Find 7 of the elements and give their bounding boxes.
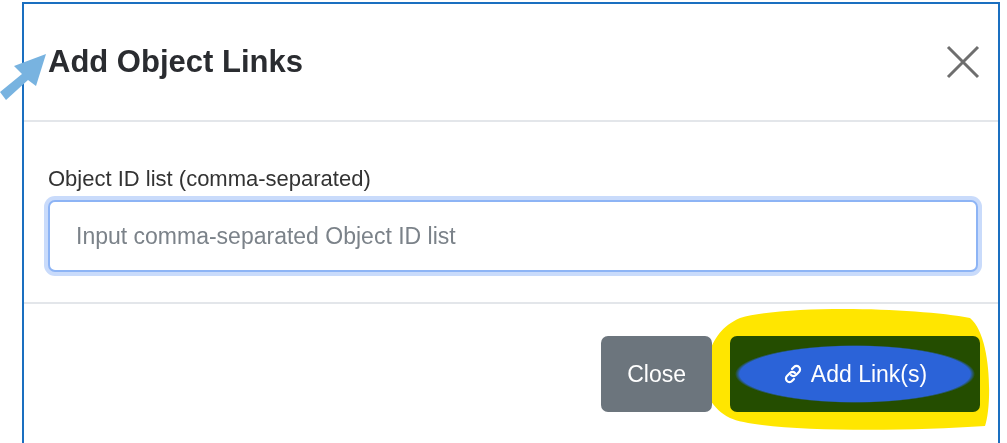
input-field[interactable]: Input comma-separated Object ID list — [48, 200, 978, 272]
dialog-title: Add Object Links — [48, 44, 303, 80]
close-button[interactable]: Close — [601, 336, 712, 412]
close-icon[interactable] — [946, 45, 980, 79]
field-label: Object ID list (comma-separated) — [48, 166, 372, 192]
link-icon — [782, 364, 803, 384]
add-links-button[interactable]: Add Link(s) — [730, 336, 980, 412]
